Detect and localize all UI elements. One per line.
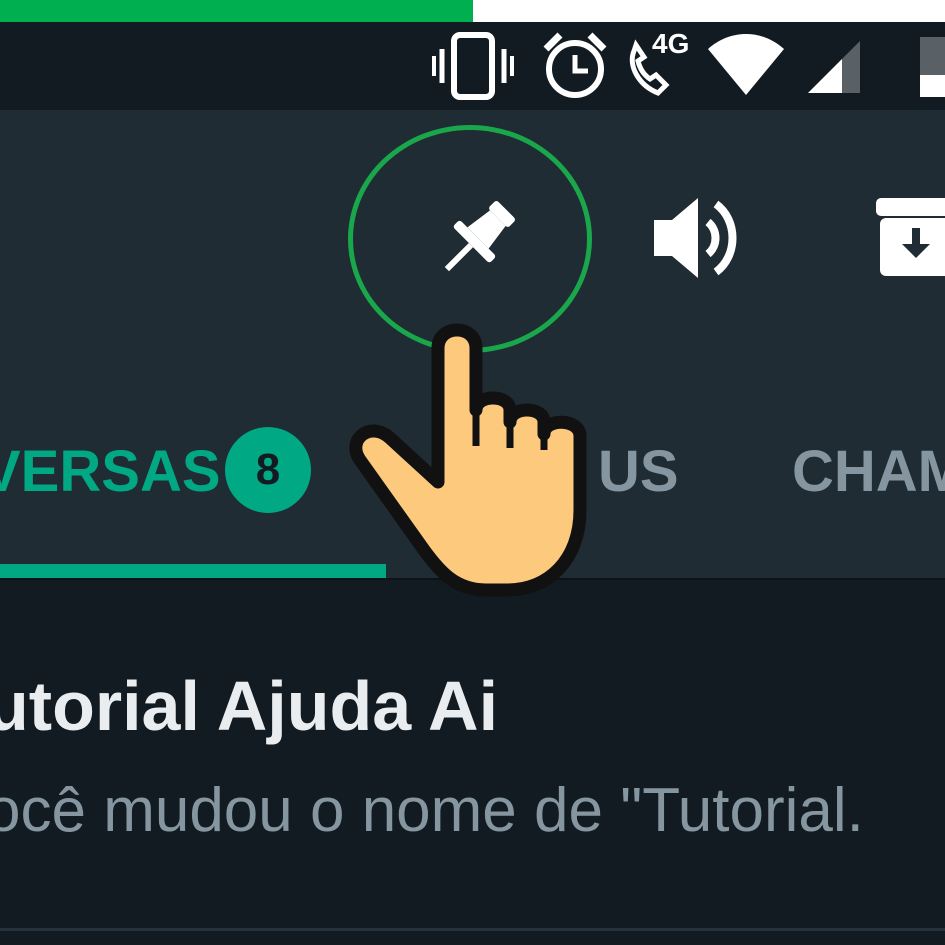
wifi-icon	[706, 22, 786, 110]
archive-icon[interactable]	[872, 192, 945, 285]
divider	[0, 928, 945, 931]
unread-badge: 8	[225, 427, 311, 513]
tab-chats[interactable]: VERSAS	[0, 438, 221, 505]
pointing-hand-icon	[340, 310, 610, 610]
battery-icon	[916, 22, 945, 110]
alarm-icon	[542, 22, 608, 110]
progress-fill	[0, 0, 473, 22]
active-tab-indicator	[0, 564, 386, 578]
progress-bar	[0, 0, 945, 22]
chat-last-message: ocê mudou o nome de "Tutorial.	[0, 776, 864, 845]
tab-status[interactable]: US	[598, 438, 679, 505]
network-type-label: 4G	[652, 28, 690, 59]
status-bar: 4G	[0, 22, 945, 110]
vibrate-icon	[432, 22, 514, 110]
chat-title: utorial Ajuda Ai	[0, 667, 499, 745]
tab-calls[interactable]: CHAM	[792, 438, 945, 505]
mute-icon[interactable]	[652, 194, 752, 287]
signal-icon	[806, 22, 862, 110]
